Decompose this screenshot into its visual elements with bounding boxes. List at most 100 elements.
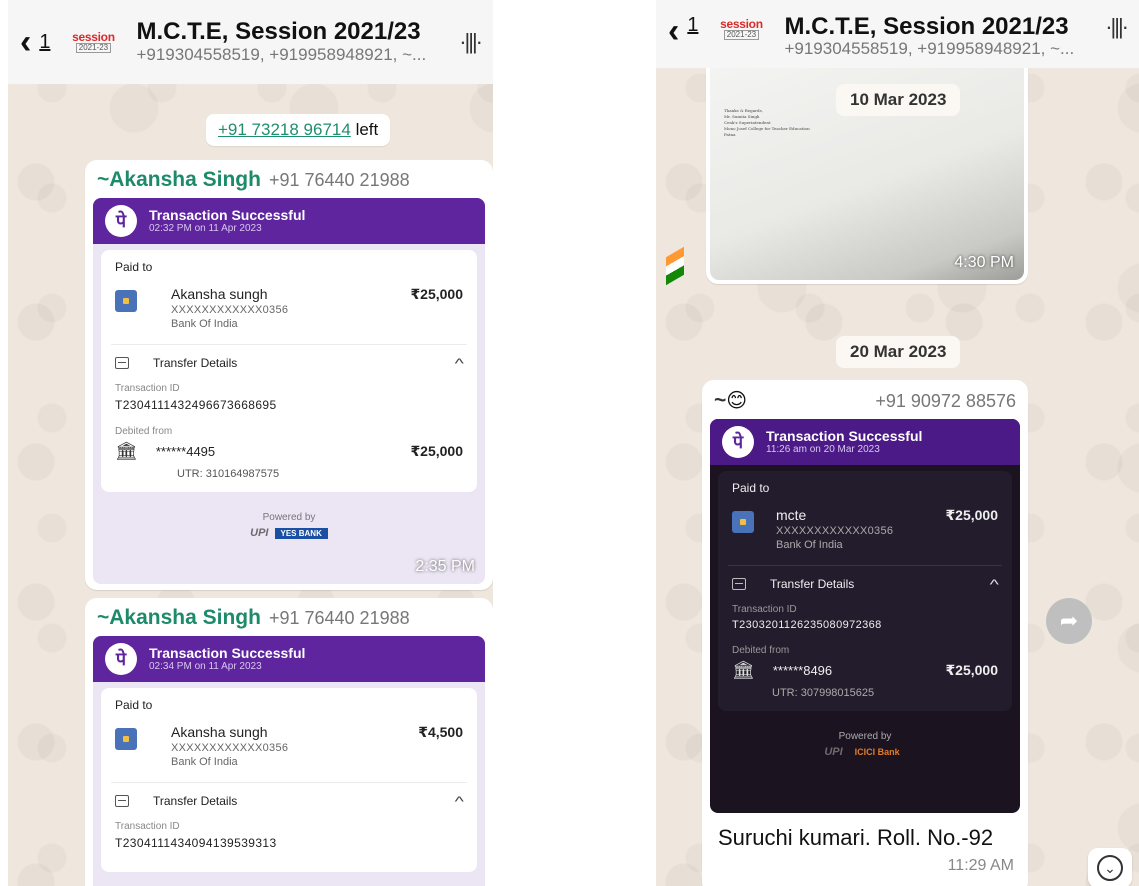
message-bubble[interactable]: ~Akansha Singh +91 76440 21988 पे Transa… <box>85 598 493 886</box>
date-separator: 10 Mar 2023 <box>836 84 961 116</box>
payee-row: Akansha sungh XXXXXXXXXXXX0356 Bank Of I… <box>115 286 463 330</box>
system-message: +91 73218 96714 left <box>206 114 391 146</box>
masked-account: ******8496 <box>772 663 833 678</box>
bank-logo-icon <box>115 290 137 312</box>
masked-account: ******4495 <box>155 444 216 459</box>
payee-row: Akansha sungh XXXXXXXXXXXX0356 Bank Of I… <box>115 724 463 768</box>
payee-name: mcte <box>776 507 807 523</box>
chevron-up-icon: ^ <box>455 793 465 809</box>
utr-number: UTR: 310164987575 <box>177 468 280 480</box>
yes-bank-logo: YES BANK <box>274 527 328 539</box>
receipt-header: पे Transaction Successful 02:34 PM on 11… <box>93 636 485 682</box>
upi-logos: UPI ICICI Bank <box>710 746 1020 758</box>
forward-button[interactable]: ➦ <box>1046 598 1092 644</box>
scroll-to-bottom-button[interactable]: ⌄ <box>1088 848 1132 886</box>
receipt-title: Transaction Successful <box>149 644 306 661</box>
receipt-card: Paid to mcte XXXXXXXXXXXX0356 Bank Of In… <box>718 471 1012 711</box>
transfer-details-label: Transfer Details <box>153 794 238 808</box>
receipt-icon <box>115 795 129 807</box>
group-avatar[interactable]: session 2021-23 <box>712 14 770 44</box>
sender-name[interactable]: ~Akansha Singh <box>97 168 261 192</box>
phonepe-logo-icon: पे <box>105 643 137 675</box>
receipt-datetime: 02:32 PM on 11 Apr 2023 <box>149 223 262 235</box>
powered-by-label: Powered by <box>838 731 892 742</box>
receipt-card: Paid to Akansha sungh XXXXXXXXXXXX0356 B… <box>101 688 477 872</box>
paid-to-label: Paid to <box>115 260 153 274</box>
unread-count[interactable]: 1 <box>687 14 698 37</box>
left-member-number[interactable]: +91 73218 96714 <box>218 120 351 139</box>
chevron-down-icon: ⌄ <box>1097 855 1123 881</box>
smile-emoji-icon: 😊 <box>726 390 748 412</box>
chat-header: ‹ 1 session 2021-23 M.C.T.E, Session 202… <box>8 0 493 84</box>
transaction-id: T2304111432496673668695 <box>115 398 277 412</box>
group-members: +919304558519, +919958948921, ~... <box>136 44 427 64</box>
back-icon[interactable]: ‹ <box>668 14 679 48</box>
bank-logo-icon <box>115 728 137 750</box>
utr-number: UTR: 307998015625 <box>772 687 875 699</box>
left-chat-panel: ‹ 1 session 2021-23 M.C.T.E, Session 202… <box>8 0 493 886</box>
payment-amount: ₹4,500 <box>418 724 463 740</box>
icici-bank-logo: ICICI Bank <box>854 747 900 757</box>
debit-row: 🏛 ******4495 ₹25,000 <box>115 441 463 462</box>
avatar-text-bottom: 2021-23 <box>723 30 760 40</box>
receipt-datetime: 02:34 PM on 11 Apr 2023 <box>149 661 262 673</box>
payment-receipt-image[interactable]: पे Transaction Successful 02:34 PM on 11… <box>93 636 485 886</box>
sender-row: ~😊 +91 90972 88576 <box>714 388 1016 413</box>
payment-receipt-image[interactable]: पे Transaction Successful 11:26 am on 20… <box>710 419 1020 813</box>
sender-name-group[interactable]: ~😊 <box>714 388 747 413</box>
message-caption: Suruchi kumari. Roll. No.-92 <box>718 825 994 850</box>
group-info[interactable]: M.C.T.E, Session 2021/23 +919304558519, … <box>784 14 1095 59</box>
letter-line: Mono Josef College for Teacher Education <box>724 126 810 131</box>
group-title: M.C.T.E, Session 2021/23 <box>784 13 1069 40</box>
transaction-id: T2304111434094139539313 <box>115 836 277 850</box>
paid-to-label: Paid to <box>115 698 153 712</box>
payee-bank: Bank Of India <box>776 539 843 551</box>
receipt-header: पे Transaction Successful 11:26 am on 20… <box>710 419 1020 465</box>
letter-line: Cenk'z Superintendent <box>724 120 771 125</box>
transaction-id: T2303201126235080972368 <box>732 619 882 631</box>
payee-row: mcte XXXXXXXXXXXX0356 Bank Of India ₹25,… <box>732 507 998 551</box>
forward-icon: ➦ <box>1059 608 1079 633</box>
letter-line: Mr. Sumita Singh <box>724 114 760 119</box>
debited-from-label: Debited from <box>732 645 790 656</box>
avatar-text-top: session <box>720 17 763 31</box>
message-bubble[interactable]: ~😊 +91 90972 88576 पे Transaction Succes… <box>702 380 1028 886</box>
payee-account: XXXXXXXXXXXX0356 <box>776 525 894 537</box>
chevron-up-icon: ^ <box>455 355 465 371</box>
divider <box>111 344 467 345</box>
bank-icon: 🏛 <box>115 441 138 461</box>
phonepe-logo-icon: पे <box>105 205 137 237</box>
payment-receipt-image[interactable]: पे Transaction Successful 02:32 PM on 11… <box>93 198 485 584</box>
transfer-details-label: Transfer Details <box>153 356 238 370</box>
letter-line: Thanks & Regards, <box>724 108 763 113</box>
payment-amount: ₹25,000 <box>945 507 998 523</box>
transfer-details-row: Transfer Details ^ <box>115 793 465 809</box>
message-time: 4:30 PM <box>954 254 1014 271</box>
receipt-title: Transaction Successful <box>766 427 923 444</box>
message-time: 11:29 AM <box>947 857 1014 874</box>
sender-row: ~Akansha Singh +91 76440 21988 <box>97 168 485 192</box>
date-separator: 20 Mar 2023 <box>836 336 961 368</box>
powered-by-label: Powered by <box>262 512 316 523</box>
group-info[interactable]: M.C.T.E, Session 2021/23 +919304558519, … <box>136 19 449 64</box>
sender-phone: +91 90972 88576 <box>875 391 1016 411</box>
audio-call-icon[interactable]: ·|||· <box>459 29 483 55</box>
group-title: M.C.T.E, Session 2021/23 <box>136 18 421 46</box>
upi-logos: UPI YES BANK <box>93 527 485 539</box>
receipt-header: पे Transaction Successful 02:32 PM on 11… <box>93 198 485 244</box>
payee-bank: Bank Of India <box>171 756 238 768</box>
sender-name[interactable]: ~Akansha Singh <box>97 606 261 630</box>
paid-to-label: Paid to <box>732 481 770 495</box>
message-bubble[interactable]: ~Akansha Singh +91 76440 21988 पे Transa… <box>85 160 493 590</box>
debit-row: 🏛 ******8496 ₹25,000 <box>732 660 998 681</box>
back-icon[interactable]: ‹ <box>20 25 31 59</box>
unread-count[interactable]: 1 <box>39 31 50 54</box>
message-time: 2:35 PM <box>415 558 475 575</box>
audio-call-icon[interactable]: ·|||· <box>1105 14 1129 40</box>
receipt-icon <box>732 578 746 590</box>
left-label: left <box>350 120 379 139</box>
group-avatar[interactable]: session 2021-23 <box>64 27 122 57</box>
payee-bank: Bank Of India <box>171 318 238 330</box>
receipt-card: Paid to Akansha sungh XXXXXXXXXXXX0356 B… <box>101 250 477 492</box>
payment-amount: ₹25,000 <box>410 286 463 302</box>
